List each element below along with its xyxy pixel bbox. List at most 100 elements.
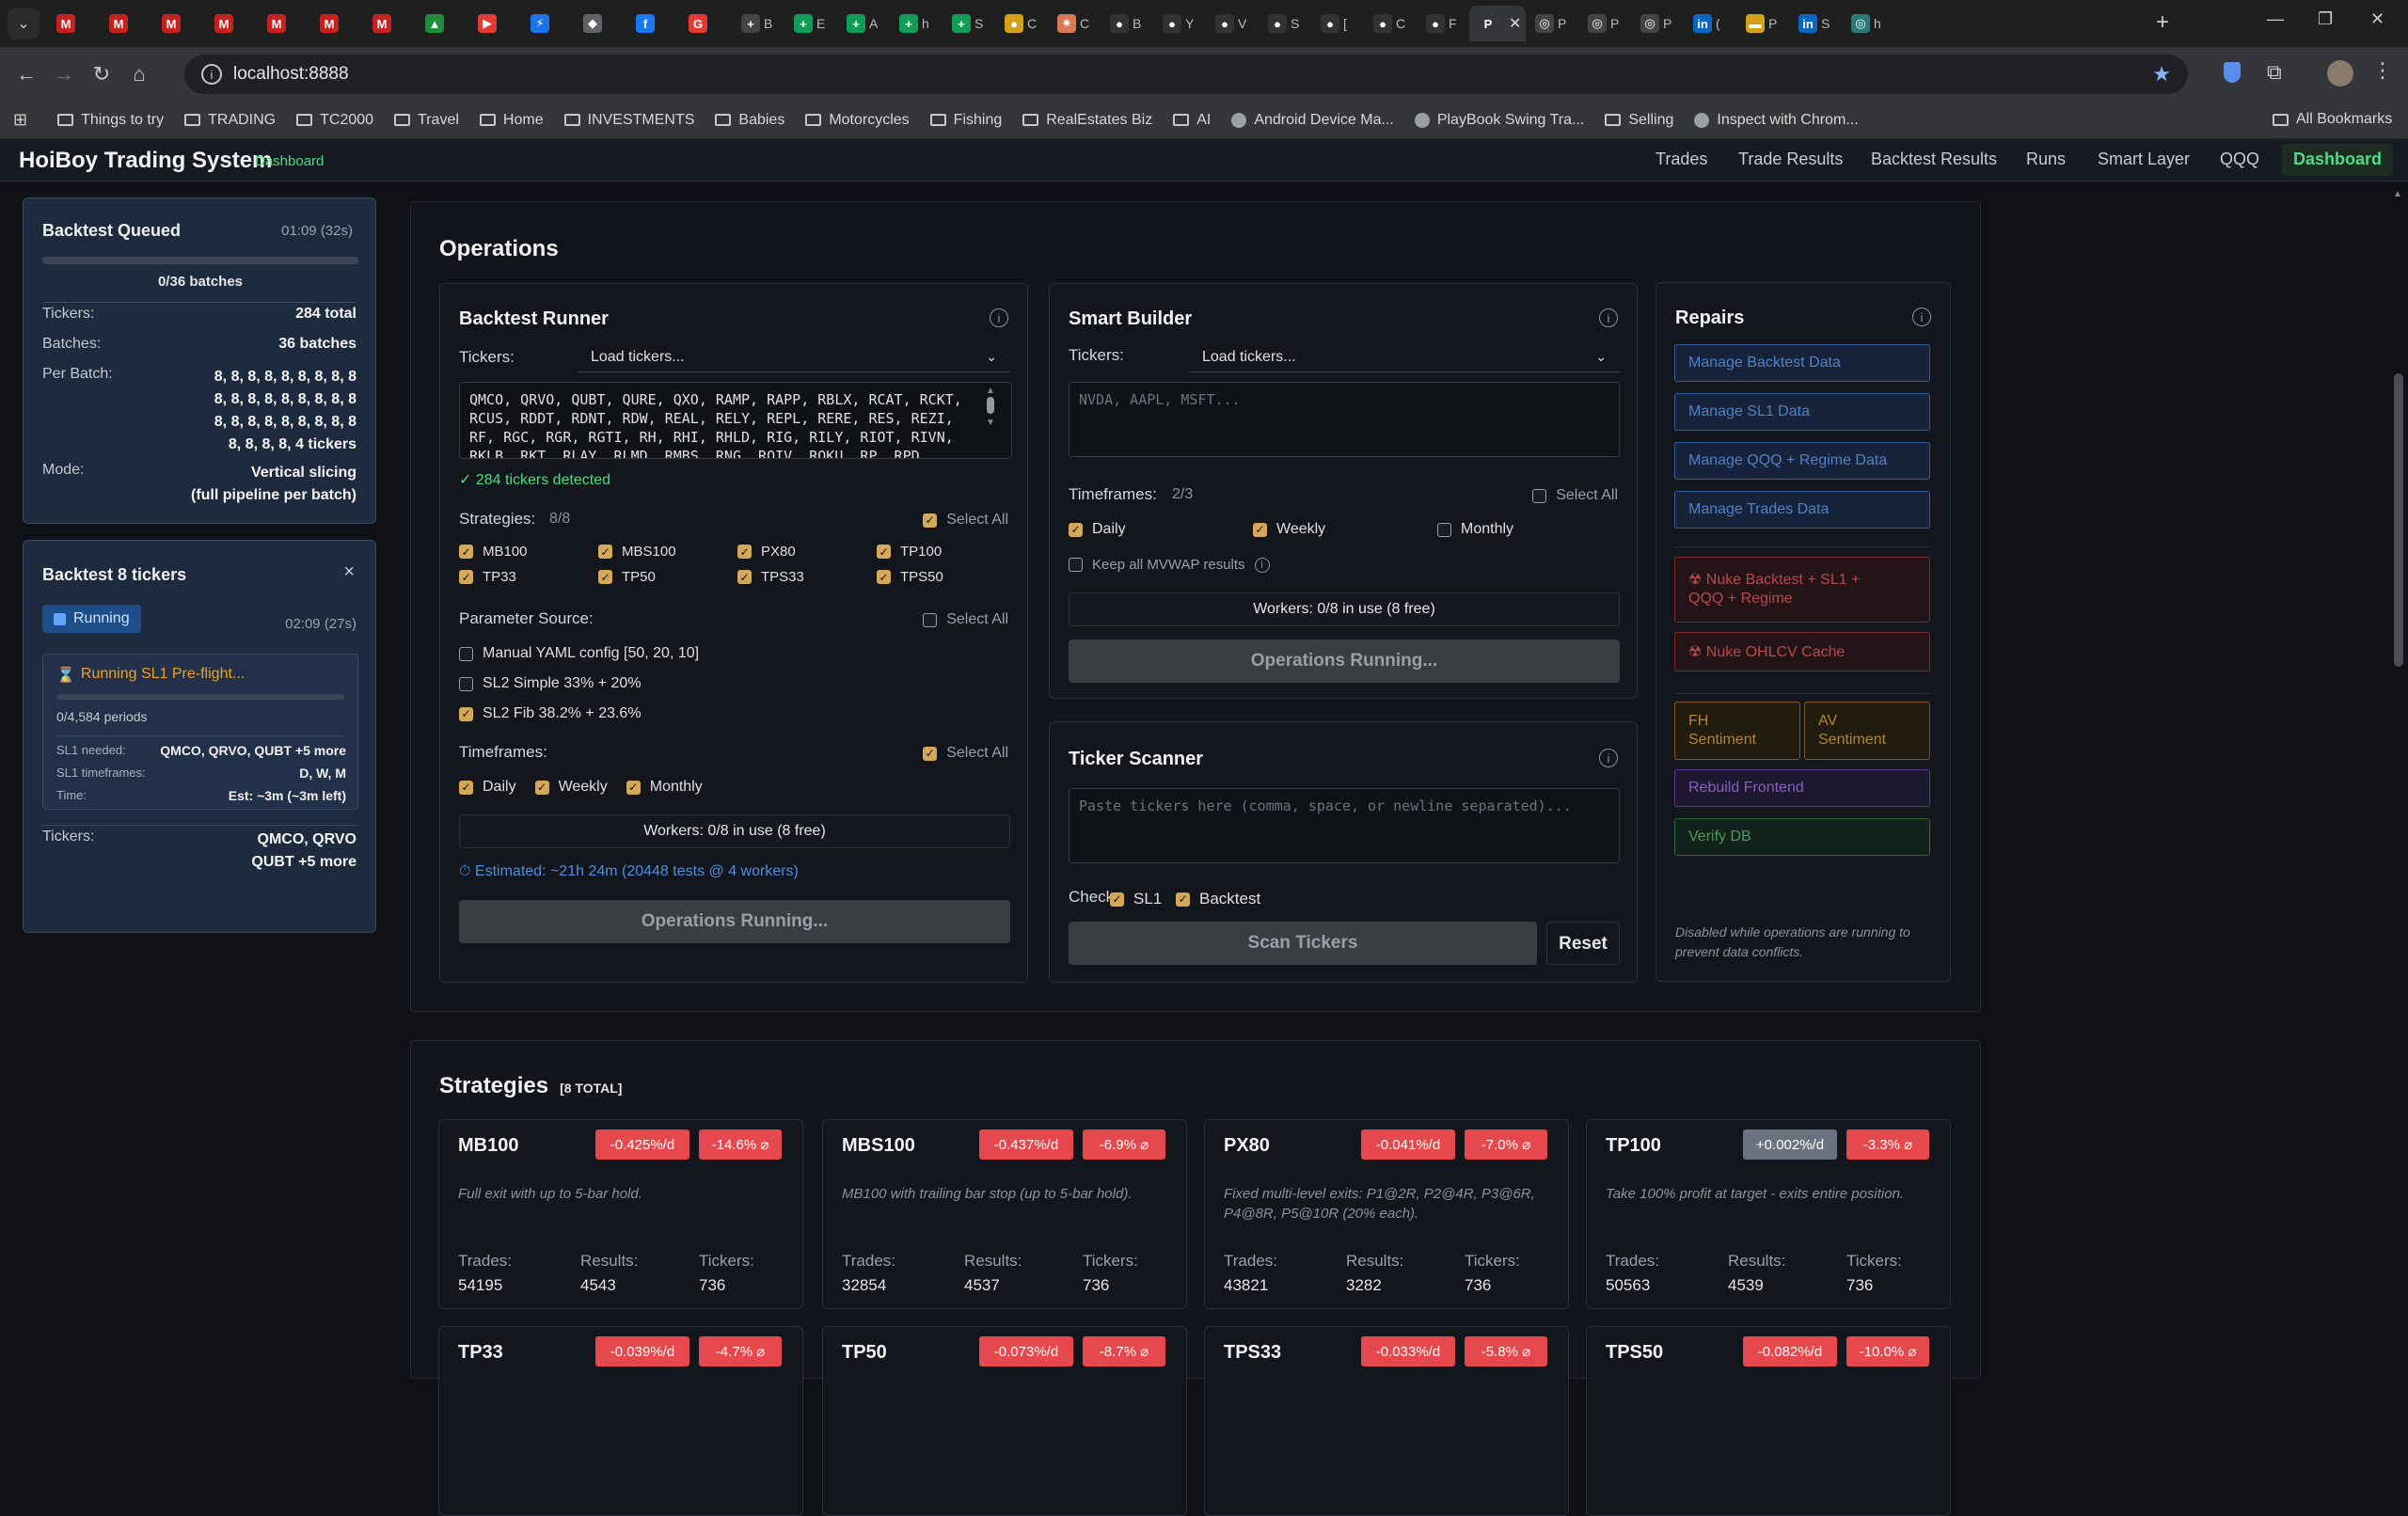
- close-window-icon[interactable]: ✕: [2370, 9, 2384, 29]
- bookmark-item[interactable]: TC2000: [296, 112, 373, 129]
- browser-tab[interactable]: ● Y: [1153, 6, 1206, 41]
- bookmark-item[interactable]: Travel: [394, 112, 459, 129]
- info-icon[interactable]: i: [990, 308, 1008, 327]
- browser-tab[interactable]: ● V: [1206, 6, 1259, 41]
- brand-title[interactable]: HoiBoy Trading System: [19, 148, 272, 174]
- checkbox[interactable]: ✓: [598, 545, 612, 559]
- scrollbar-thumb[interactable]: [2394, 373, 2403, 667]
- all-bookmarks[interactable]: All Bookmarks: [2273, 111, 2392, 128]
- checkbox[interactable]: [1437, 522, 1451, 537]
- reload-icon[interactable]: ↻: [83, 62, 120, 87]
- info-icon[interactable]: i: [1599, 308, 1618, 327]
- strategy-card-tp50[interactable]: TP50 -0.073%/d -8.7% ⌀: [822, 1326, 1187, 1516]
- rebuild-frontend-button[interactable]: Rebuild Frontend: [1674, 769, 1930, 807]
- nav-backtest-results[interactable]: Backtest Results: [1871, 150, 1997, 169]
- strategy-checkbox-px80[interactable]: ✓ PX80: [737, 544, 877, 560]
- manage-trades-data-button[interactable]: Manage Trades Data: [1674, 491, 1930, 529]
- smart-timeframe-weekly[interactable]: ✓ Weekly: [1253, 521, 1437, 538]
- checkbox[interactable]: [459, 646, 473, 661]
- browser-tab[interactable]: ✷ C: [1048, 6, 1101, 41]
- browser-tab[interactable]: ◎ P: [1578, 6, 1631, 41]
- smart-load-tickers-select[interactable]: Load tickers... ⌄: [1189, 342, 1620, 372]
- home-icon[interactable]: ⌂: [120, 62, 158, 87]
- checkbox[interactable]: ✓: [459, 570, 473, 584]
- nav-dashboard[interactable]: Dashboard: [2282, 144, 2394, 176]
- browser-tab[interactable]: in S: [1789, 6, 1842, 41]
- checkbox[interactable]: ✓: [923, 746, 938, 761]
- strategy-checkbox-tps50[interactable]: ✓ TPS50: [877, 569, 1016, 585]
- strategy-checkbox-tps33[interactable]: ✓ TPS33: [737, 569, 877, 585]
- smart-tickers-textarea[interactable]: NVDA, AAPL, MSFT...: [1069, 382, 1620, 457]
- strategy-card-tp100[interactable]: TP100 +0.002%/d -3.3% ⌀ Take 100% profit at…: [1586, 1119, 1951, 1309]
- checkbox[interactable]: ✓: [923, 513, 938, 528]
- bookmark-item[interactable]: Fishing: [929, 112, 1002, 129]
- checkbox[interactable]: [1069, 558, 1083, 572]
- textarea-scrollbar[interactable]: ▲ ▼: [984, 386, 997, 453]
- browser-tab[interactable]: ◎ P: [1631, 6, 1684, 41]
- check-sl1[interactable]: ✓ SL1: [1110, 890, 1162, 908]
- smart-timeframe-monthly[interactable]: Monthly: [1437, 521, 1622, 538]
- nav-trades[interactable]: Trades: [1656, 150, 1707, 169]
- bookmark-item[interactable]: TRADING: [184, 112, 276, 129]
- checkbox[interactable]: [459, 676, 473, 691]
- browser-tab[interactable]: M: [152, 6, 205, 41]
- strategy-card-mbs100[interactable]: MBS100 -0.437%/d -6.9% ⌀ MB100 with trailin…: [822, 1119, 1187, 1309]
- checkbox[interactable]: ✓: [1110, 892, 1124, 907]
- browser-tab[interactable]: M: [205, 6, 258, 41]
- browser-tab[interactable]: M: [47, 6, 100, 41]
- extensions-icon[interactable]: ⧉: [2267, 60, 2282, 85]
- smart-select-all[interactable]: Select All: [1532, 487, 1618, 504]
- runner-timeframe-daily[interactable]: ✓ Daily: [459, 779, 516, 796]
- browser-tab[interactable]: ● C: [1364, 6, 1417, 41]
- browser-tab[interactable]: ● S: [1259, 6, 1311, 41]
- browser-tab[interactable]: + h: [890, 6, 943, 41]
- checkbox[interactable]: ✓: [877, 545, 891, 559]
- close-card-icon[interactable]: ×: [343, 561, 355, 583]
- checkbox[interactable]: [923, 612, 938, 627]
- strategy-card-tps33[interactable]: TPS33 -0.033%/d -5.8% ⌀: [1204, 1326, 1569, 1516]
- bookmark-item[interactable]: INVESTMENTS: [563, 112, 694, 129]
- browser-tab[interactable]: ◆: [574, 6, 626, 41]
- runner-timeframe-weekly[interactable]: ✓ Weekly: [534, 779, 608, 796]
- scan-tickers-button[interactable]: Scan Tickers: [1069, 922, 1537, 965]
- apps-grid-icon[interactable]: ⊞: [13, 110, 27, 130]
- close-tab-icon[interactable]: ✕: [1509, 14, 1521, 33]
- strategy-checkbox-mb100[interactable]: ✓ MB100: [459, 544, 598, 560]
- checkbox[interactable]: ✓: [459, 706, 473, 721]
- strategies-select-all[interactable]: ✓ Select All: [923, 512, 1008, 529]
- browser-tab[interactable]: ⚡: [521, 6, 574, 41]
- nav-qqq[interactable]: QQQ: [2220, 150, 2259, 169]
- nav-runs[interactable]: Runs: [2026, 150, 2066, 169]
- browser-tab[interactable]: ◎ P: [1526, 6, 1578, 41]
- strategy-checkbox-mbs100[interactable]: ✓ MBS100: [598, 544, 737, 560]
- checkbox[interactable]: [1532, 488, 1547, 503]
- browser-tab[interactable]: M: [100, 6, 152, 41]
- checkbox[interactable]: ✓: [534, 780, 549, 795]
- browser-tab[interactable]: G: [679, 6, 732, 41]
- runner-timeframe-monthly[interactable]: ✓ Monthly: [626, 779, 703, 796]
- site-info-icon[interactable]: i: [201, 64, 222, 85]
- param-select-all[interactable]: Select All: [923, 611, 1008, 628]
- info-icon[interactable]: i: [1254, 557, 1270, 573]
- restore-icon[interactable]: ❐: [2318, 9, 2333, 29]
- fh-sentiment-button[interactable]: FH Sentiment: [1674, 702, 1800, 760]
- browser-tab[interactable]: M: [258, 6, 310, 41]
- checkbox[interactable]: ✓: [626, 780, 641, 795]
- browser-tab[interactable]: + S: [943, 6, 995, 41]
- manage-sl1-data-button[interactable]: Manage SL1 Data: [1674, 393, 1930, 431]
- checkbox[interactable]: ✓: [1176, 892, 1190, 907]
- browser-tab[interactable]: ● C: [995, 6, 1048, 41]
- manage-backtest-data-button[interactable]: Manage Backtest Data: [1674, 344, 1930, 382]
- strategy-card-tps50[interactable]: TPS50 -0.082%/d -10.0% ⌀: [1586, 1326, 1951, 1516]
- scroll-up-icon[interactable]: ▲: [2393, 189, 2402, 199]
- profile-avatar[interactable]: [2327, 60, 2353, 87]
- tab-search-icon[interactable]: ⌄: [8, 8, 40, 39]
- checkbox[interactable]: ✓: [459, 545, 473, 559]
- bookmark-item[interactable]: RealEstates Biz: [1022, 112, 1152, 129]
- bookmark-item[interactable]: Selling: [1605, 112, 1673, 129]
- browser-tab[interactable]: ●[: [1311, 6, 1364, 41]
- url-input[interactable]: i localhost:8888 ★: [184, 55, 2188, 94]
- minimize-icon[interactable]: —: [2267, 9, 2284, 29]
- bookmark-item[interactable]: Motorcycles: [805, 112, 910, 129]
- browser-tab[interactable]: M: [363, 6, 416, 41]
